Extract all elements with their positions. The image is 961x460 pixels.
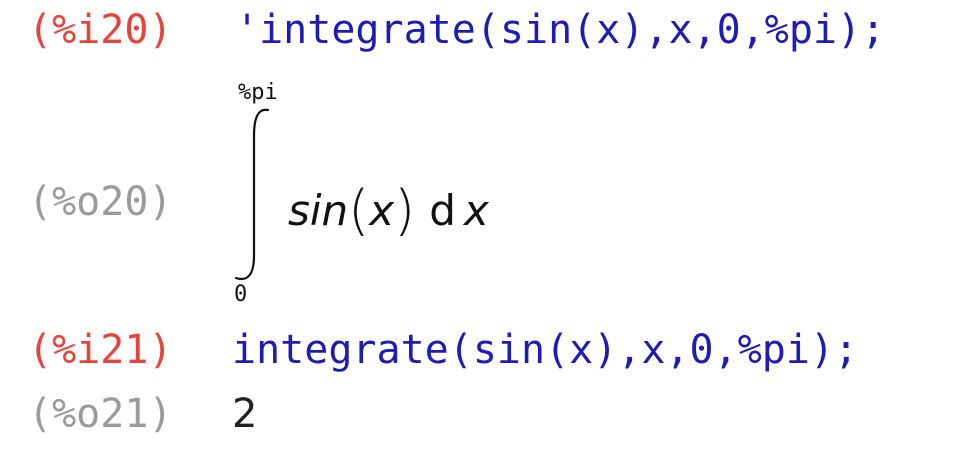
input-code[interactable]: integrate(sin(x),x,0,%pi); [232, 330, 858, 370]
integrand-function: sin [288, 186, 349, 235]
input-code[interactable]: 'integrate(sin(x),x,0,%pi); [235, 10, 885, 50]
left-paren: ( [348, 179, 370, 242]
integral-lower-limit: 0 [234, 282, 248, 307]
output-value: 2 [232, 391, 258, 437]
output-label: (%o20) [28, 179, 173, 225]
integral-expression: %pi 0 sin(x) d x [228, 82, 548, 312]
integrand: sin(x) d x [288, 180, 489, 238]
output-label: (%o21) [28, 391, 173, 437]
integral-sign-icon [234, 108, 270, 281]
integrand-argument: x [369, 186, 395, 235]
maxima-session: (%i20) 'integrate(sin(x),x,0,%pi); (%o20… [0, 0, 961, 460]
differential-symbol: d [429, 186, 456, 235]
input-label: (%i20) [28, 7, 173, 53]
integration-variable: x [463, 186, 489, 235]
integral-upper-limit: %pi [238, 80, 278, 105]
input-label: (%i21) [28, 327, 173, 373]
right-paren: ) [394, 179, 416, 242]
